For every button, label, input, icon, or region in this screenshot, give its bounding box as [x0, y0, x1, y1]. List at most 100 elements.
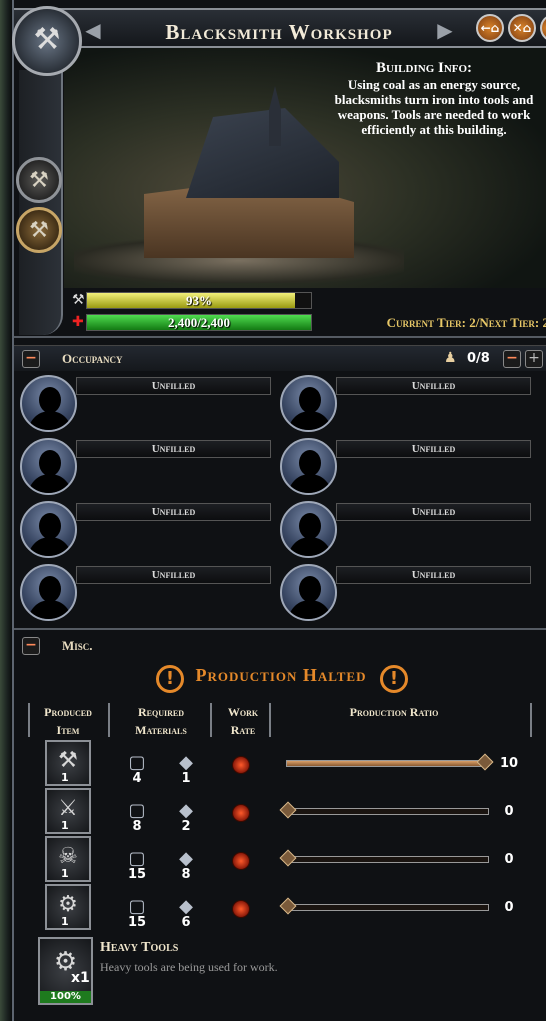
heavy-tools-description: Heavy tools are being used for work. — [100, 960, 278, 974]
slider-handle[interactable] — [279, 849, 297, 867]
collapse-occupancy-button[interactable]: − — [22, 350, 40, 368]
heavy-tools-title: Heavy Tools — [100, 940, 179, 955]
workshop-tab-icon[interactable]: ⚒ — [16, 207, 62, 253]
health-value: 2,400/2,400 — [167, 315, 231, 330]
occupancy-title: Occupancy — [62, 351, 123, 366]
empty-worker-portrait-icon — [20, 501, 77, 558]
warning-icon: ! — [380, 665, 408, 693]
slider-handle[interactable] — [279, 801, 297, 819]
column-produced-item: Produced Item — [44, 705, 92, 737]
pickaxe-hammer-icon[interactable]: ⚒ 1 — [45, 740, 91, 786]
production-ratio-value: 10 — [499, 756, 519, 771]
condition-value: 93% — [186, 293, 212, 308]
goto-building-button[interactable]: ←⌂ — [476, 14, 504, 42]
demolish-building-button[interactable]: ✕⌂ — [508, 14, 536, 42]
production-ratio-value: 0 — [504, 900, 514, 915]
occupancy-slot[interactable]: Unfilled — [20, 438, 275, 498]
item-count: 1 — [61, 867, 69, 880]
coal-material: ◆ 1 — [171, 752, 201, 786]
column-production-ratio: Production Ratio — [349, 705, 439, 719]
material-amount: 6 — [181, 915, 191, 930]
iron-ingot-icon: ▢ — [128, 848, 146, 868]
empty-worker-portrait-icon — [280, 501, 337, 558]
health-cross-icon: ✚ — [72, 314, 84, 330]
material-amount: 15 — [127, 915, 147, 930]
sword-icon[interactable]: ⚔ 1 — [45, 788, 91, 834]
add-worker-button[interactable]: + — [525, 350, 543, 368]
heavy-tools-count: x1 — [71, 970, 90, 986]
page-title: Blacksmith Workshop — [165, 20, 393, 44]
coal-icon: ◆ — [179, 896, 193, 916]
slot-status-label: Unfilled — [76, 566, 271, 584]
health-bar: 2,400/2,400 — [86, 314, 312, 331]
coal-material: ◆ 2 — [171, 800, 201, 834]
empty-worker-portrait-icon — [20, 438, 77, 495]
coal-material: ◆ 6 — [171, 896, 201, 930]
axe-icon[interactable]: ☠ 1 — [45, 836, 91, 882]
heavy-tools-percent: 100% — [50, 991, 81, 1002]
slot-status-label: Unfilled — [76, 440, 271, 458]
building-info-text: Using coal as an energy source, blacksmi… — [334, 77, 534, 137]
slider-handle[interactable] — [279, 897, 297, 915]
occupancy-count: 0/8 — [467, 351, 490, 366]
slot-status-label: Unfilled — [336, 440, 531, 458]
occupancy-slot[interactable]: Unfilled — [20, 564, 275, 624]
remove-worker-button[interactable]: − — [503, 350, 521, 368]
material-amount: 8 — [181, 867, 191, 882]
material-amount: 15 — [127, 867, 147, 882]
slot-status-label: Unfilled — [76, 377, 271, 395]
occupancy-slot[interactable]: Unfilled — [280, 375, 535, 435]
work-rate-indicator-icon — [232, 804, 250, 822]
work-rate-indicator-icon — [232, 756, 250, 774]
slot-status-label: Unfilled — [76, 503, 271, 521]
empty-worker-portrait-icon — [280, 564, 337, 621]
tier-label: Current Tier: 2/Next Tier: 2 — [386, 315, 546, 330]
iron-ingot-material: ▢ 8 — [122, 800, 152, 834]
production-ratio-value: 0 — [504, 804, 514, 819]
empty-worker-portrait-icon — [280, 438, 337, 495]
iron-ingot-icon: ▢ — [128, 896, 146, 916]
work-rate-indicator-icon — [232, 852, 250, 870]
empty-worker-portrait-icon — [20, 564, 77, 621]
material-amount: 1 — [181, 771, 191, 786]
previous-arrow-icon[interactable]: ◀ — [82, 20, 104, 44]
slot-status-label: Unfilled — [336, 503, 531, 521]
title-bar: ◀ Blacksmith Workshop ▶ ←⌂ ✕⌂ — [14, 8, 546, 48]
occupancy-slot[interactable]: Unfilled — [20, 501, 275, 561]
column-work-rate: Work Rate — [227, 705, 259, 737]
occupancy-slot[interactable]: Unfilled — [280, 438, 535, 498]
heavy-tools-icon[interactable]: ⚙ 1 — [45, 884, 91, 930]
occupancy-slot[interactable]: Unfilled — [280, 501, 535, 561]
coal-material: ◆ 8 — [171, 848, 201, 882]
production-ratio-slider[interactable] — [279, 801, 489, 819]
iron-ingot-icon: ▢ — [128, 800, 146, 820]
material-amount: 8 — [132, 819, 142, 834]
coal-icon: ◆ — [179, 752, 193, 772]
blacksmith-emblem-icon: ⚒ — [12, 6, 82, 76]
next-arrow-icon[interactable]: ▶ — [434, 20, 456, 44]
production-ratio-slider[interactable] — [279, 849, 489, 867]
build-tab-icon[interactable]: ⚒ — [16, 157, 62, 203]
slider-handle[interactable] — [476, 753, 494, 771]
item-count: 1 — [61, 819, 69, 832]
occupancy-slot[interactable]: Unfilled — [20, 375, 275, 435]
production-ratio-slider[interactable] — [286, 753, 494, 771]
collapse-misc-button[interactable]: − — [22, 637, 40, 655]
iron-ingot-material: ▢ 4 — [122, 752, 152, 786]
material-amount: 2 — [181, 819, 191, 834]
material-amount: 4 — [132, 771, 142, 786]
slot-status-label: Unfilled — [336, 566, 531, 584]
occupancy-slot[interactable]: Unfilled — [280, 564, 535, 624]
iron-ingot-material: ▢ 15 — [122, 848, 152, 882]
work-rate-indicator-icon — [232, 900, 250, 918]
production-ratio-slider[interactable] — [279, 897, 489, 915]
slot-status-label: Unfilled — [336, 377, 531, 395]
hammer-condition-icon: ⚒ — [72, 292, 85, 308]
occupancy-header: − Occupancy ♟ 0/8 − + — [14, 345, 546, 371]
coal-icon: ◆ — [179, 848, 193, 868]
extra-building-button[interactable] — [540, 14, 546, 42]
column-required-materials: Required Materials — [135, 705, 187, 737]
left-frame — [0, 0, 12, 1021]
item-count: 1 — [61, 771, 69, 784]
empty-worker-portrait-icon — [20, 375, 77, 432]
